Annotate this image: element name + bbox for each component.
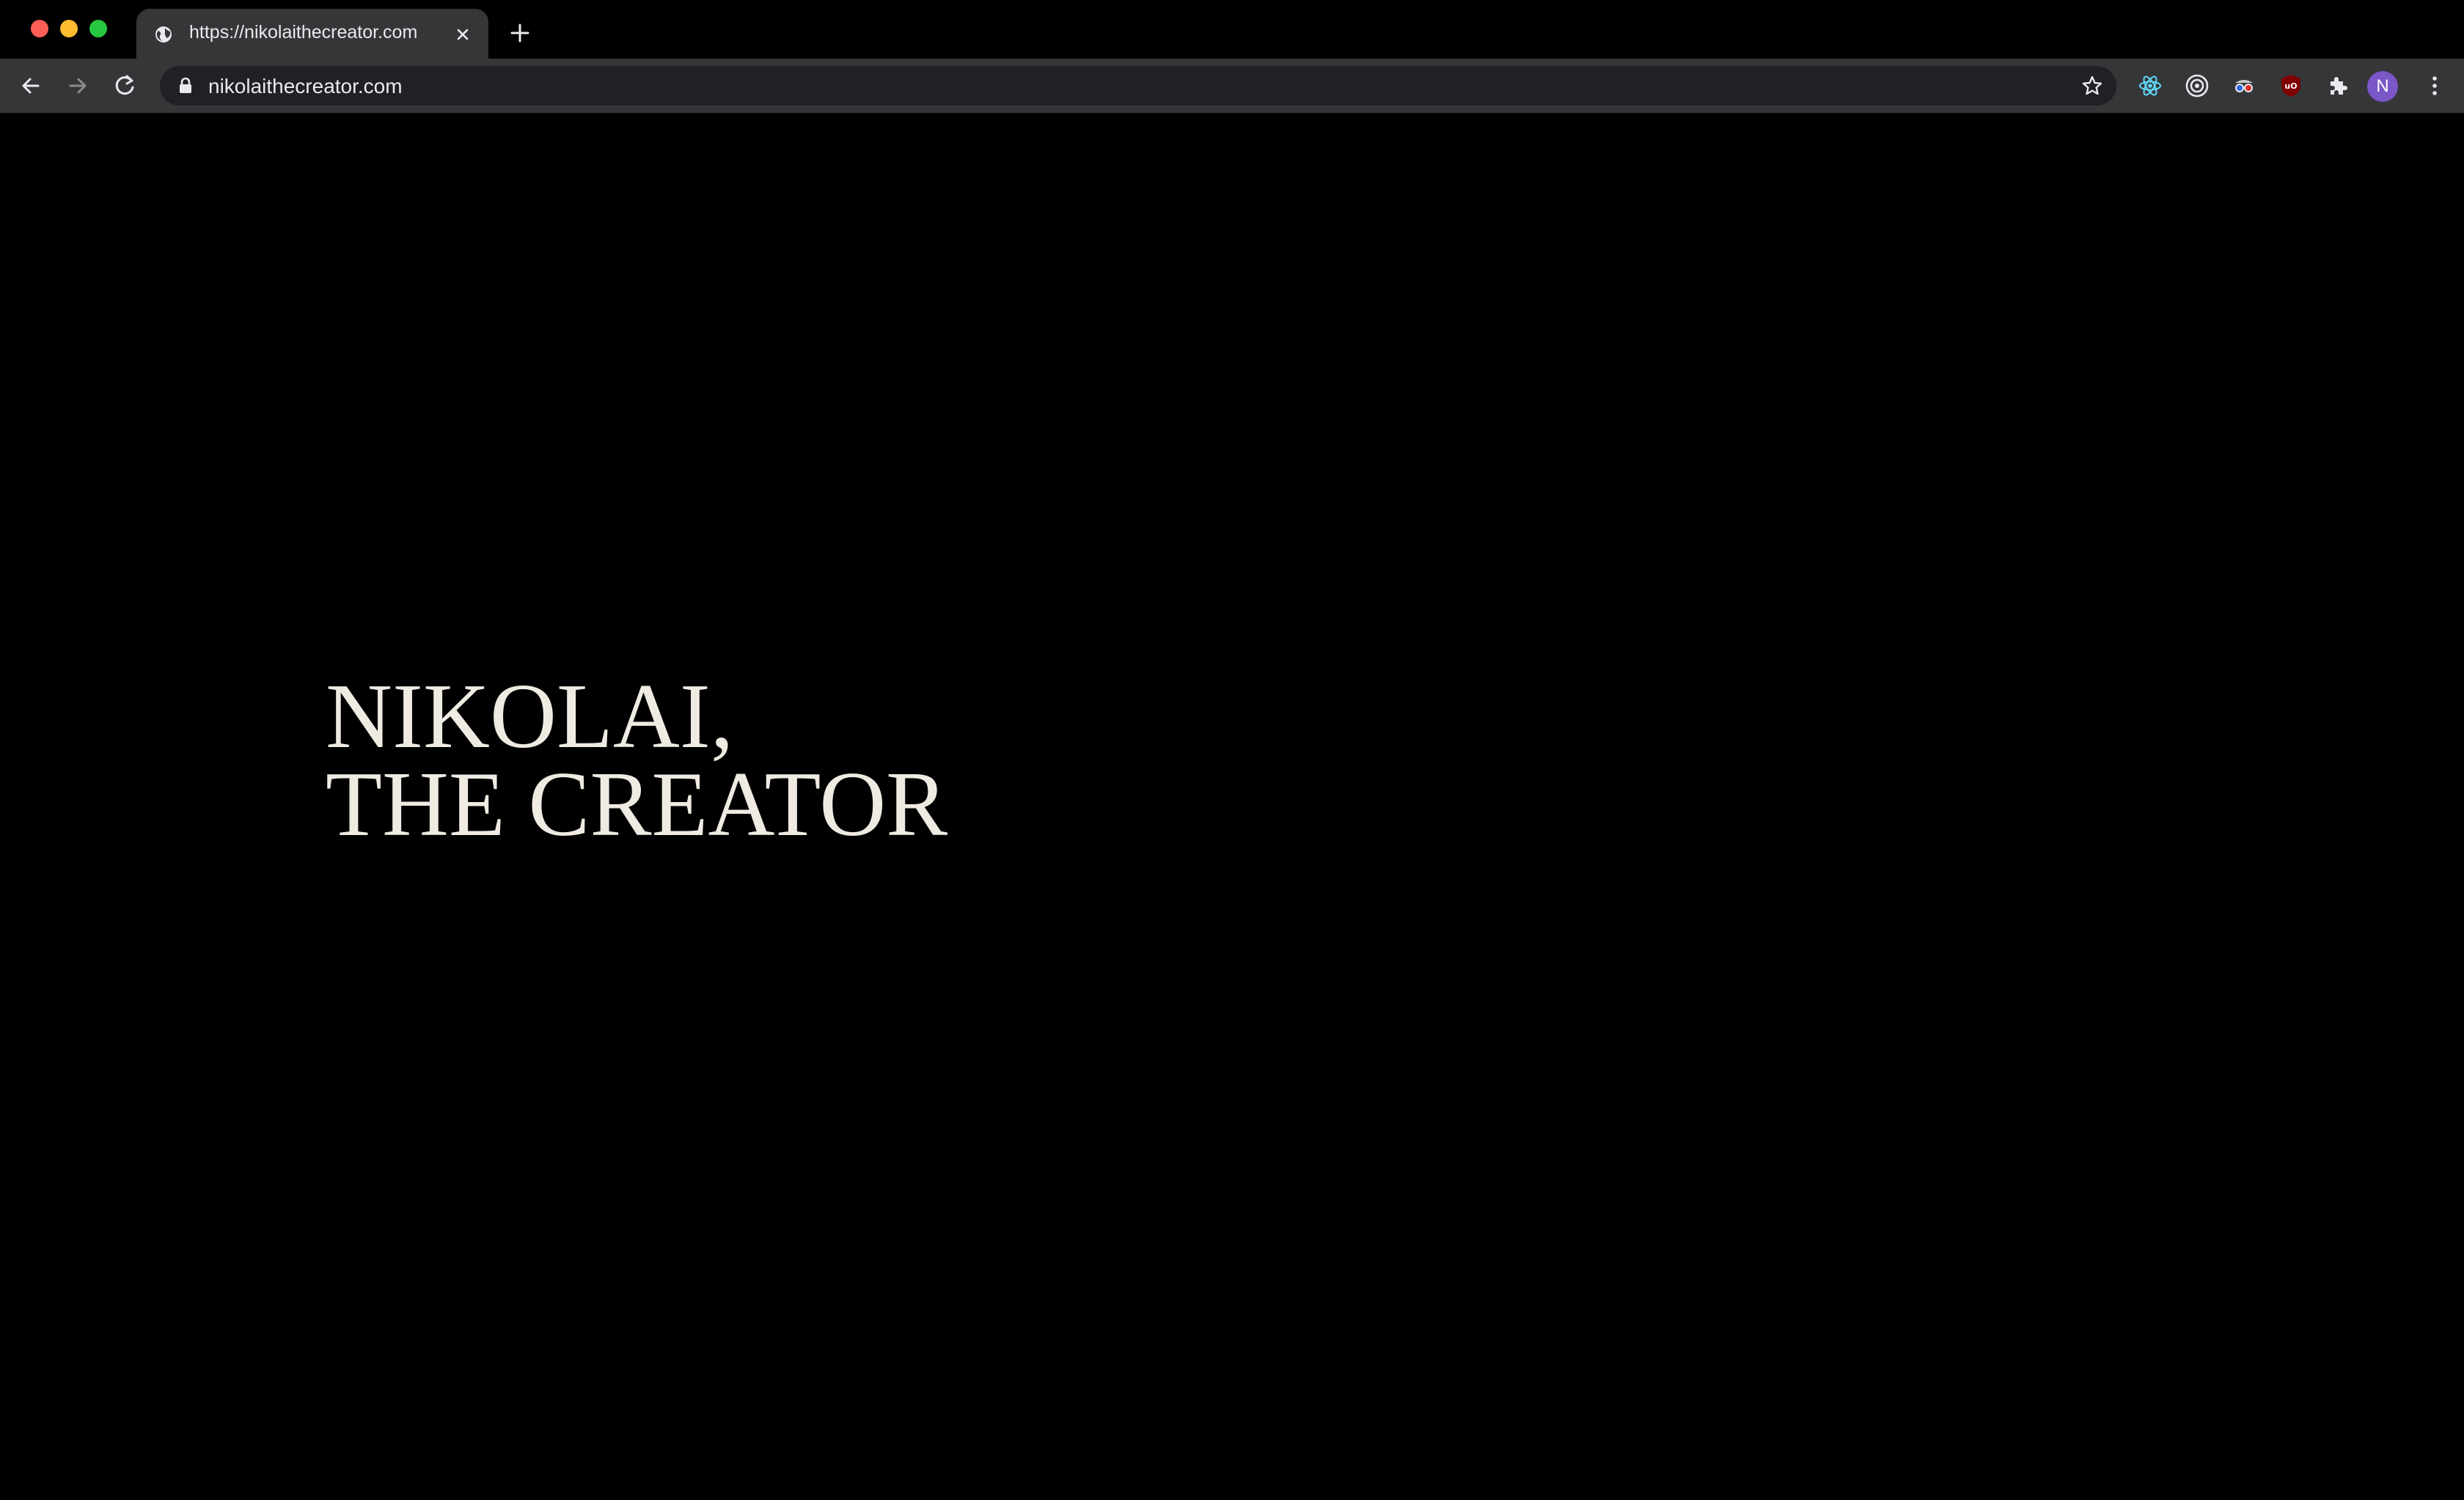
page-content: NIKOLAI, THE CREATOR xyxy=(0,113,2464,1500)
back-arrow-icon[interactable] xyxy=(18,73,44,99)
ublock-icon[interactable]: uO xyxy=(2278,73,2304,99)
more-options-icon[interactable] xyxy=(2421,73,2448,99)
hero-line-2: THE CREATOR xyxy=(326,754,948,856)
globe-icon xyxy=(155,26,172,43)
reload-icon[interactable] xyxy=(111,73,138,99)
hero-line-1: NIKOLAI, xyxy=(326,666,734,768)
puzzle-icon[interactable] xyxy=(2325,73,2351,99)
avatar[interactable]: N xyxy=(2367,71,2398,102)
tab-active[interactable]: https://nikolaithecreator.com xyxy=(136,9,488,59)
minimize-window-button[interactable] xyxy=(60,20,78,37)
browser-window: https://nikolaithecreator.com nikolaithe… xyxy=(0,0,2464,1500)
browser-toolbar: nikolaithecreator.com uO N xyxy=(0,59,2464,113)
maximize-window-button[interactable] xyxy=(89,20,107,37)
target-icon[interactable] xyxy=(2184,73,2210,99)
close-tab-icon[interactable] xyxy=(453,25,472,44)
hero-heading: NIKOLAI, THE CREATOR xyxy=(326,666,948,856)
tab-strip: https://nikolaithecreator.com xyxy=(0,0,2464,59)
tab-title: https://nikolaithecreator.com xyxy=(189,22,418,43)
url-text[interactable]: nikolaithecreator.com xyxy=(208,75,403,98)
svg-text:uO: uO xyxy=(2284,81,2297,91)
forward-arrow-icon[interactable] xyxy=(65,73,91,99)
spy-icon[interactable] xyxy=(2231,73,2257,99)
address-bar[interactable]: nikolaithecreator.com xyxy=(160,66,2116,106)
new-tab-icon[interactable] xyxy=(509,22,531,44)
react-devtools-icon[interactable] xyxy=(2137,73,2163,99)
close-window-button[interactable] xyxy=(31,20,48,37)
lock-icon[interactable] xyxy=(177,77,194,95)
bookmark-star-icon[interactable] xyxy=(2081,75,2103,97)
